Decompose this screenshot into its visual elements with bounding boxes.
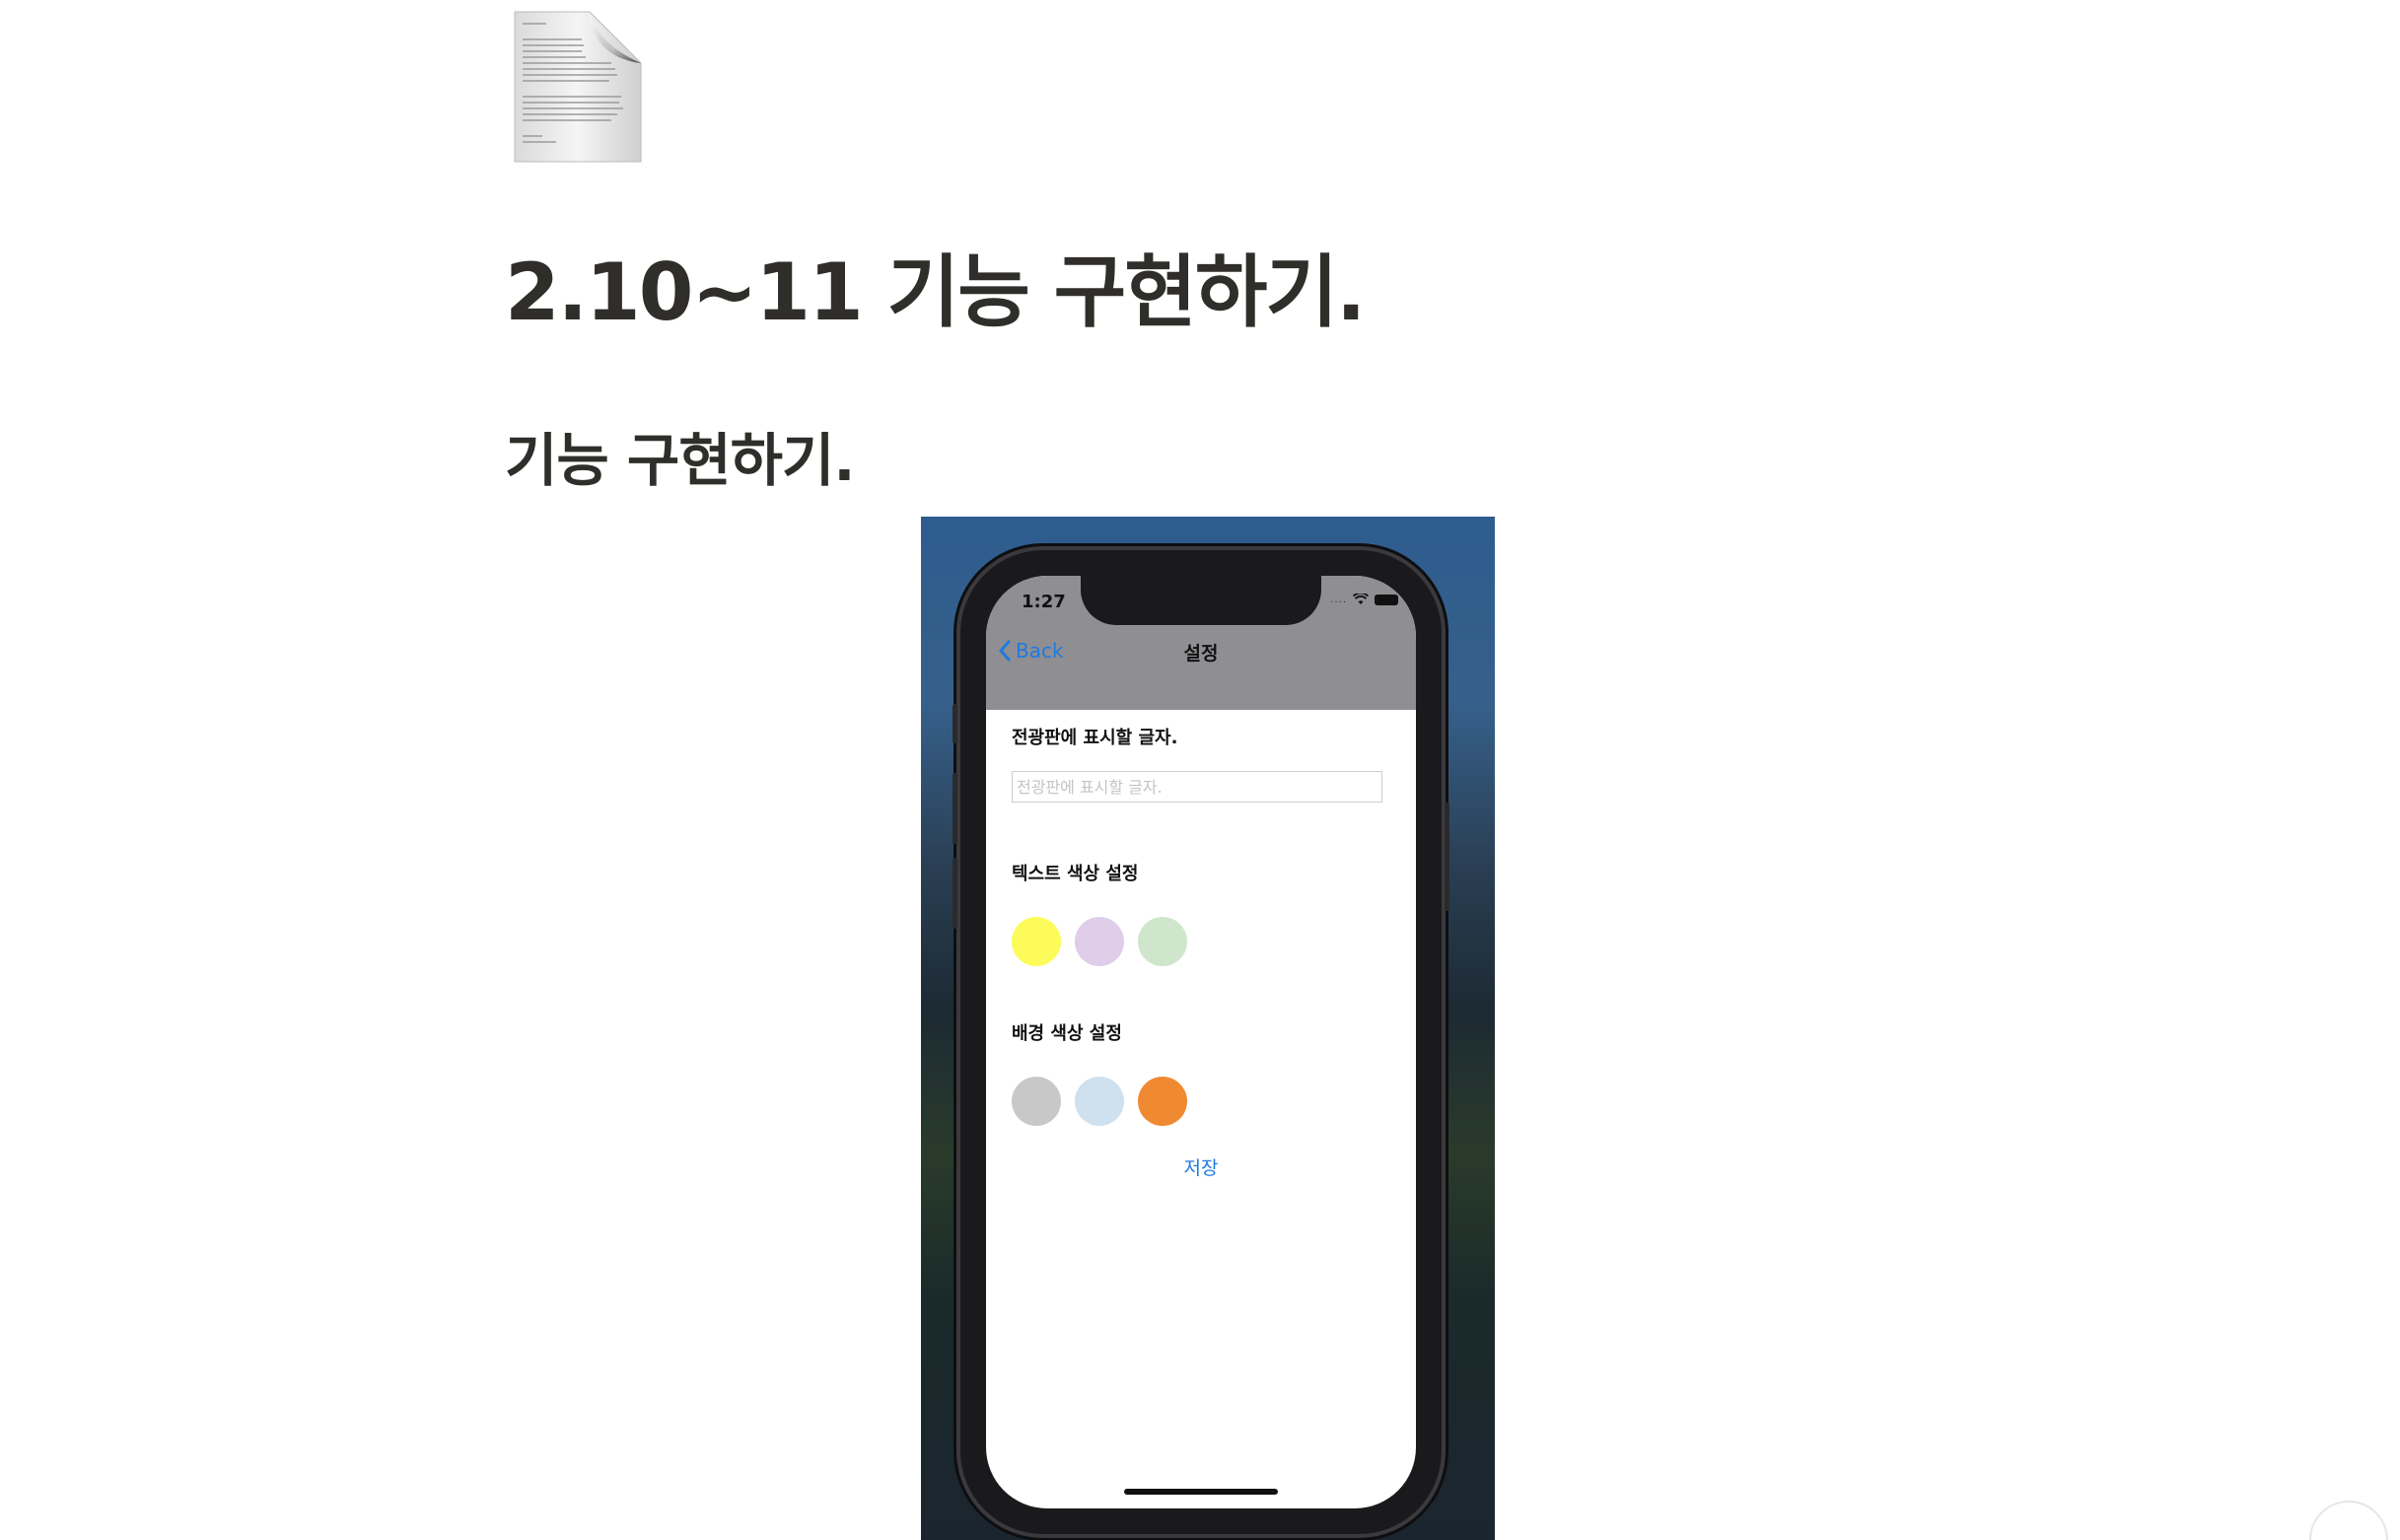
- text-color-purple-button[interactable]: [1075, 917, 1124, 966]
- power-button: [1445, 803, 1449, 911]
- background-color-orange-button[interactable]: [1138, 1077, 1187, 1126]
- home-indicator: [1124, 1489, 1278, 1495]
- text-color-label: 텍스트 색상 설정: [1012, 864, 1139, 884]
- status-icons: ....: [1330, 594, 1398, 605]
- document-page-icon[interactable]: [513, 10, 643, 164]
- volume-down-button: [953, 858, 957, 929]
- battery-icon: [1375, 594, 1398, 605]
- nav-title: 설정: [1183, 643, 1219, 665]
- text-color-options: [1012, 917, 1390, 966]
- notion-page: 2.10~11 기능 구현하기. 기능 구현하기. 1:27 .... Back…: [0, 0, 2400, 1540]
- mute-switch: [953, 704, 957, 743]
- volume-up-button: [953, 773, 957, 844]
- page-title[interactable]: 2.10~11 기능 구현하기.: [505, 229, 1366, 343]
- signal-icon: ....: [1330, 594, 1347, 605]
- text-color-yellow-button[interactable]: [1012, 917, 1061, 966]
- background-color-label: 배경 색상 설정: [1012, 1023, 1122, 1044]
- section-heading[interactable]: 기능 구현하기.: [505, 414, 855, 497]
- navigation-bar: 1:27 .... Back 설정: [986, 576, 1416, 710]
- board-text-label: 전광판에 표시할 글자.: [1012, 728, 1178, 748]
- background-color-options: [1012, 1077, 1390, 1126]
- status-time: 1:27: [1022, 592, 1066, 612]
- background-color-gray-button[interactable]: [1012, 1077, 1061, 1126]
- help-button[interactable]: [2309, 1501, 2388, 1540]
- phone-screen: 1:27 .... Back 설정 전광판에 표시할 글자. 전광판에 표시할 …: [986, 576, 1416, 1508]
- settings-form: 전광판에 표시할 글자. 텍스트 색상 설정 배경 색상 설정: [1012, 724, 1390, 1126]
- iphone-frame: 1:27 .... Back 설정 전광판에 표시할 글자. 전광판에 표시할 …: [953, 546, 1449, 1538]
- simulator-screenshot[interactable]: 1:27 .... Back 설정 전광판에 표시할 글자. 전광판에 표시할 …: [921, 517, 1495, 1540]
- save-button[interactable]: 저장: [986, 1154, 1416, 1180]
- wifi-icon: [1353, 594, 1369, 604]
- notch: [1081, 576, 1321, 625]
- board-text-field[interactable]: [1012, 771, 1382, 803]
- text-color-green-button[interactable]: [1138, 917, 1187, 966]
- background-color-blue-button[interactable]: [1075, 1077, 1124, 1126]
